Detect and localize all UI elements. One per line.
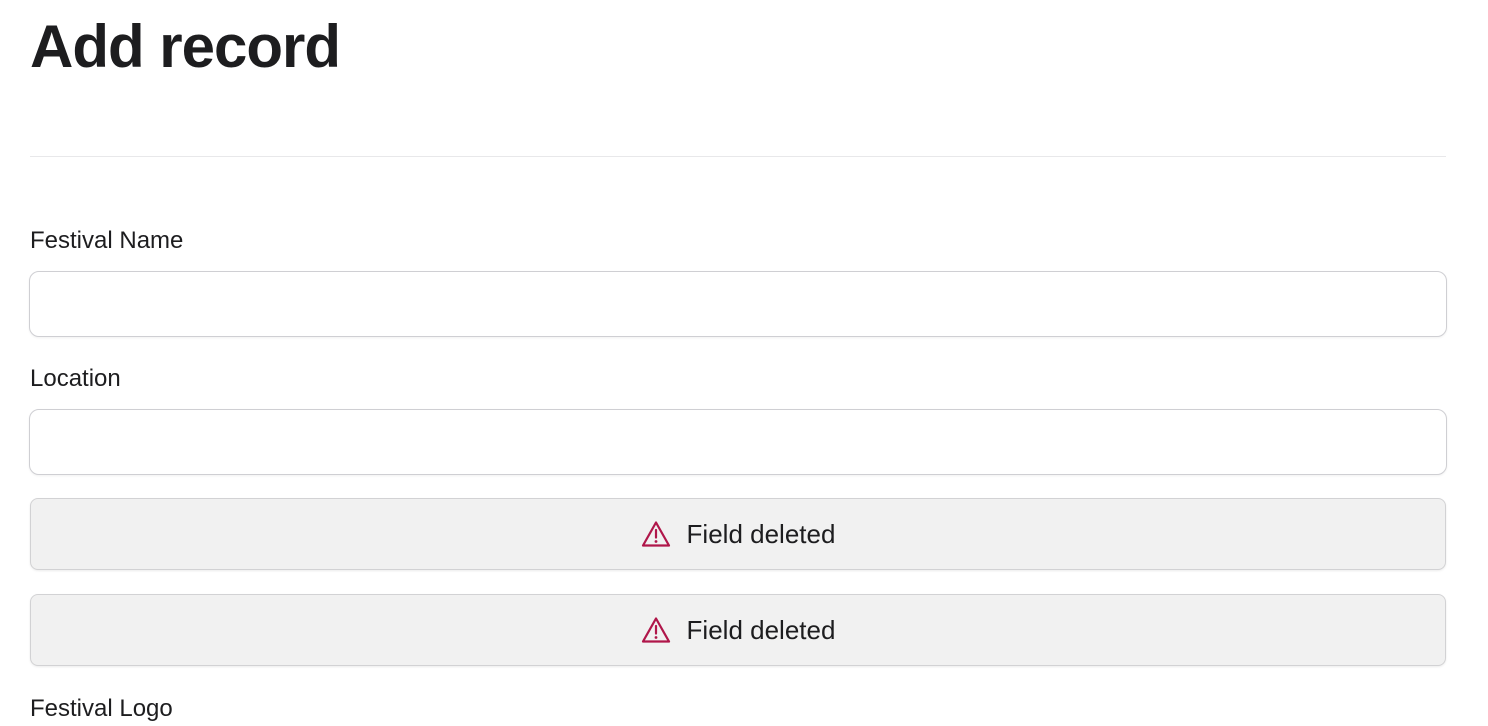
deleted-field-text: Field deleted — [686, 519, 836, 549]
deleted-field-notice: Field deleted — [30, 594, 1446, 666]
warning-triangle-icon — [641, 616, 671, 644]
location-label: Location — [30, 365, 121, 392]
location-input[interactable] — [29, 409, 1447, 475]
festival-logo-label: Festival Logo — [30, 695, 173, 722]
page-title: Add record — [30, 13, 341, 80]
warning-triangle-icon — [641, 520, 671, 548]
deleted-field-notice: Field deleted — [30, 498, 1446, 570]
deleted-field-text: Field deleted — [686, 615, 836, 645]
add-record-page: Add record Festival Name Location Field … — [0, 0, 1488, 726]
festival-name-input[interactable] — [29, 271, 1447, 337]
festival-name-label: Festival Name — [30, 227, 184, 254]
header-divider — [30, 156, 1446, 157]
